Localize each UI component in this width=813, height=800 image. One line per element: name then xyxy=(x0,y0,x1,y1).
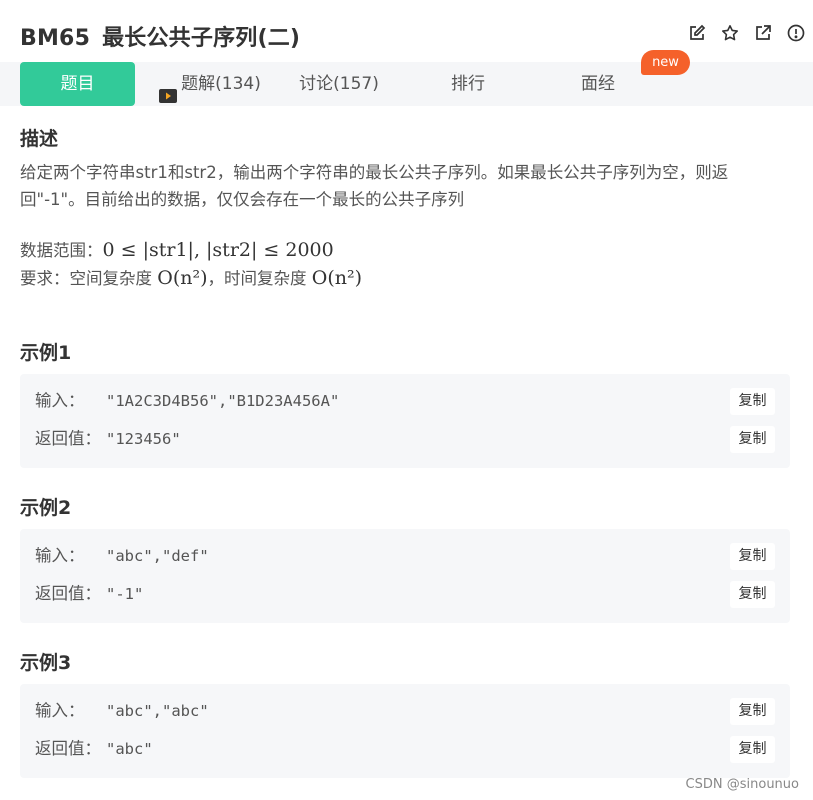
copy-input-button[interactable]: 复制 xyxy=(730,698,775,725)
video-icon xyxy=(159,76,178,103)
separator: ， xyxy=(207,269,225,288)
tab-problem[interactable]: 题目 xyxy=(20,62,135,106)
example-3-input: "abc","abc" xyxy=(106,702,209,720)
range-label: 数据范围： xyxy=(20,241,103,260)
new-badge: new xyxy=(641,50,690,75)
watermark: CSDN @sinounuo xyxy=(685,777,799,792)
example-1-input: "1A2C3D4B56","B1D23A456A" xyxy=(106,392,340,410)
example-1-output: "123456" xyxy=(106,430,181,448)
example-3-input-row: 输入： "abc","abc" xyxy=(35,698,209,724)
space-complexity-label: 空间复杂度 xyxy=(69,269,158,288)
problem-header: BM65 最长公共子序列(二) xyxy=(0,0,813,62)
output-label: 返回值： xyxy=(35,429,101,448)
copy-output-button[interactable]: 复制 xyxy=(730,581,775,608)
example-2-output: "-1" xyxy=(106,585,144,603)
edit-icon[interactable] xyxy=(688,24,706,42)
tab-solutions[interactable]: 题解(134) xyxy=(150,62,270,106)
example-2-input-row: 输入： "abc","def" xyxy=(35,543,209,569)
example-3-output: "abc" xyxy=(106,740,153,758)
time-complexity-formula: O(n²) xyxy=(311,267,363,289)
example-2-heading: 示例2 xyxy=(20,497,72,519)
star-icon[interactable] xyxy=(721,24,739,42)
page-title: BM65 最长公共子序列(二) xyxy=(20,20,300,52)
example-2-input: "abc","def" xyxy=(106,547,209,565)
time-complexity-label: 时间复杂度 xyxy=(224,269,312,288)
tab-discussion[interactable]: 讨论(157) xyxy=(285,62,393,106)
input-label: 输入： xyxy=(35,701,85,720)
report-icon[interactable] xyxy=(787,24,805,42)
description-text: 给定两个字符串str1和str2，输出两个字符串的最长公共子序列。如果最长公共子… xyxy=(20,163,729,209)
example-2-box: 输入： "abc","def" 复制 返回值： "-1" 复制 xyxy=(20,529,790,623)
requirement-label: 要求： xyxy=(20,269,70,288)
tab-interview[interactable]: 面经 xyxy=(560,62,636,106)
copy-input-button[interactable]: 复制 xyxy=(730,388,775,415)
output-label: 返回值： xyxy=(35,584,101,603)
header-actions xyxy=(688,24,805,42)
input-label: 输入： xyxy=(35,546,85,565)
copy-input-button[interactable]: 复制 xyxy=(730,543,775,570)
example-1-box: 输入： "1A2C3D4B56","B1D23A456A" 复制 返回值： "123… xyxy=(20,374,790,468)
example-1-output-row: 返回值： "123456" xyxy=(35,426,181,452)
requirement: 要求：空间复杂度 O(n²)，时间复杂度 O(n²) xyxy=(20,265,790,292)
range-formula: 0 ≤ |str1|, |str2| ≤ 2000 xyxy=(102,239,334,261)
external-link-icon[interactable] xyxy=(754,24,772,42)
example-3-output-row: 返回值： "abc" xyxy=(35,736,153,762)
output-label: 返回值： xyxy=(35,739,101,758)
tab-ranking[interactable]: 排行 xyxy=(430,62,506,106)
description-heading: 描述 xyxy=(20,128,59,150)
copy-output-button[interactable]: 复制 xyxy=(730,736,775,763)
problem-code: BM65 xyxy=(20,26,91,51)
example-1-heading: 示例1 xyxy=(20,342,72,364)
data-range: 数据范围：0 ≤ |str1|, |str2| ≤ 2000 xyxy=(20,237,790,264)
copy-output-button[interactable]: 复制 xyxy=(730,426,775,453)
space-complexity-formula: O(n²) xyxy=(157,267,208,289)
problem-title: 最长公共子序列(二) xyxy=(102,26,301,51)
tab-bar: 题目 题解(134) 讨论(157) 排行 面经 xyxy=(0,62,813,106)
example-2-output-row: 返回值： "-1" xyxy=(35,581,143,607)
example-3-heading: 示例3 xyxy=(20,652,72,674)
example-3-box: 输入： "abc","abc" 复制 返回值： "abc" 复制 xyxy=(20,684,790,778)
input-label: 输入： xyxy=(35,391,85,410)
example-1-input-row: 输入： "1A2C3D4B56","B1D23A456A" xyxy=(35,388,339,414)
